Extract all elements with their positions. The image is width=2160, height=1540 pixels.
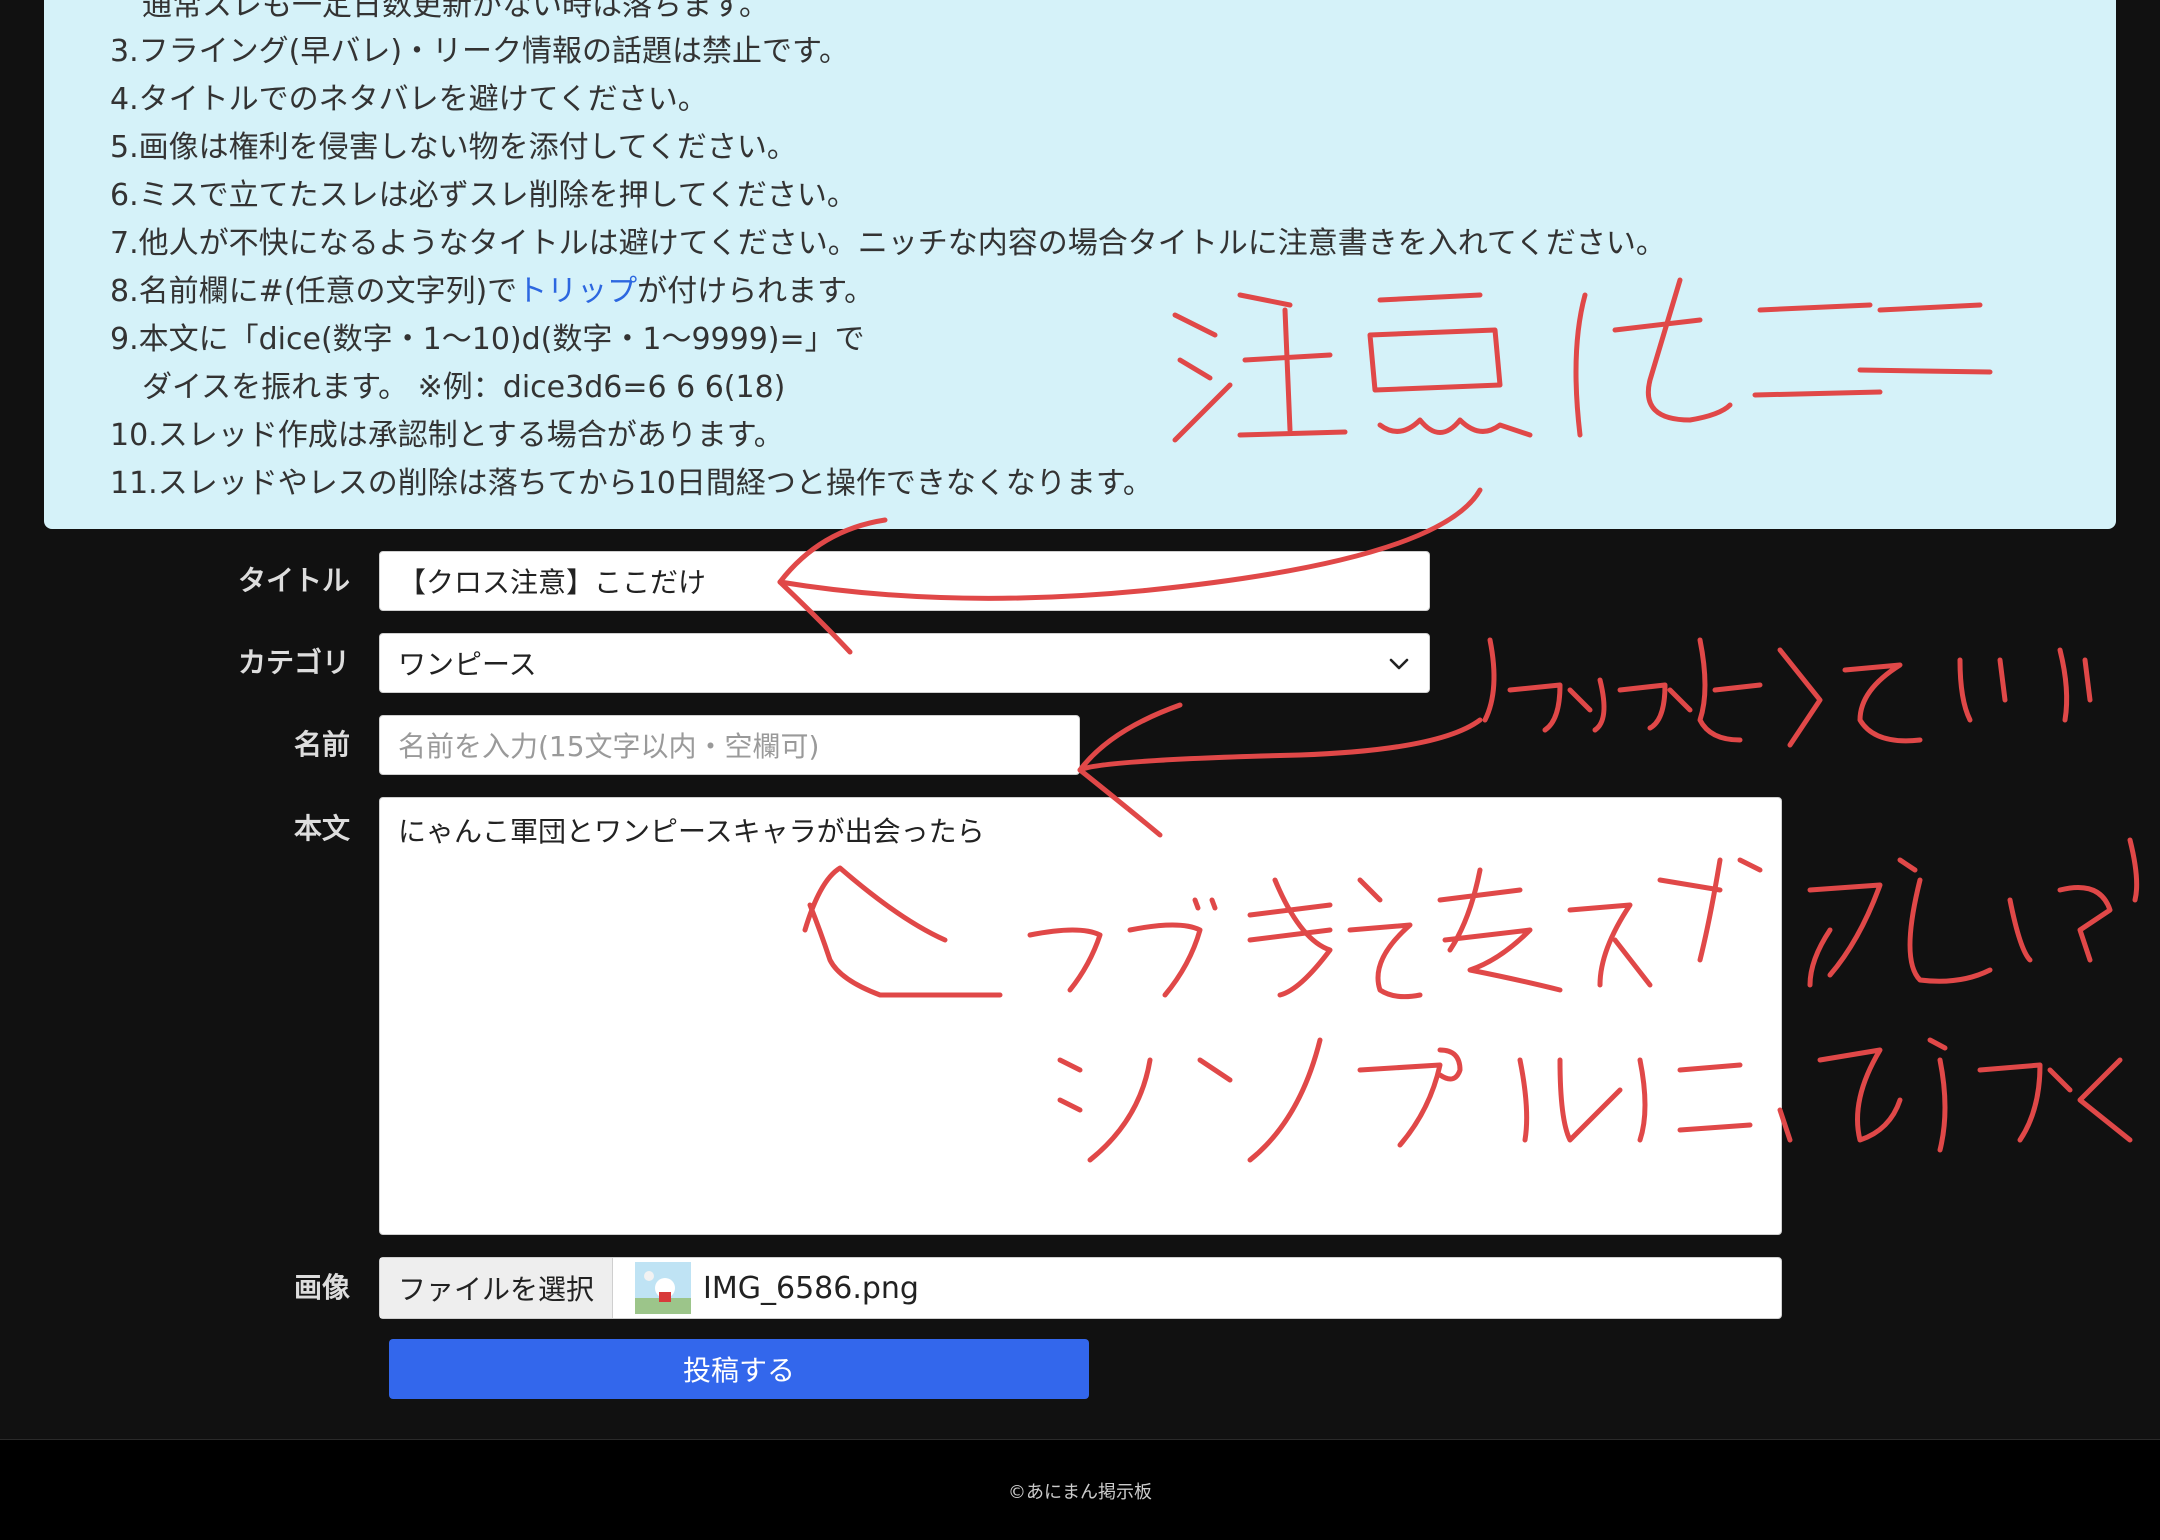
body-textarea[interactable]: にゃんこ軍団とワンピースキャラが出会ったら <box>379 797 1782 1235</box>
rule-line-5: 5.画像は権利を侵害しない物を添付してください。 <box>110 130 797 165</box>
rule-line-9a: 9.本文に「dice(数字・1〜10)d(数字・1〜9999)=」で <box>110 322 865 357</box>
trip-link[interactable]: トリップ <box>517 274 637 309</box>
rule-line-8-suffix: が付けられます。 <box>637 274 875 309</box>
image-label: 画像 <box>293 1271 350 1304</box>
rule-line-9b: ダイスを振れます。 ※例：dice3d6=6 6 6(18) <box>142 370 786 405</box>
choose-file-button[interactable]: ファイルを選択 <box>380 1258 614 1318</box>
rule-line-2-cut: 通常スレも一定日数更新がない時は落ちます。 <box>142 0 769 23</box>
category-label: カテゴリ <box>237 646 350 679</box>
rule-line-6: 6.ミスで立てたスレは必ずスレ削除を押してください。 <box>110 178 857 213</box>
submit-button[interactable]: 投稿する <box>389 1339 1089 1399</box>
name-input-placeholder: 名前を入力(15文字以内・空欄可) <box>398 730 820 763</box>
rule-line-10: 10.スレッド作成は承認制とする場合があります。 <box>110 418 784 453</box>
rule-line-3: 3.フライング(早バレ)・リーク情報の話題は禁止です。 <box>110 34 850 69</box>
footer: ©あにまん掲示板 <box>0 1439 2160 1540</box>
name-label: 名前 <box>293 728 350 761</box>
name-input[interactable]: 名前を入力(15文字以内・空欄可) <box>379 715 1080 775</box>
annotation-kakanakute-ii <box>1482 637 2093 748</box>
arrow-to-name <box>1077 717 1483 773</box>
body-label: 本文 <box>293 812 350 845</box>
image-file-input[interactable]: ファイルを選択 IMG_6586.png <box>379 1257 1782 1319</box>
body-textarea-value: にゃんこ軍団とワンピースキャラが出会ったら <box>398 815 985 848</box>
rule-line-11: 11.スレッドやレスの削除は落ちてから10日間経つと操作できなくなります。 <box>110 466 1153 501</box>
chevron-down-icon <box>1389 658 1409 670</box>
rules-notice-box: 通常スレも一定日数更新がない時は落ちます。 3.フライング(早バレ)・リーク情報… <box>44 0 2116 529</box>
rule-line-4: 4.タイトルでのネタバレを避けてください。 <box>110 82 708 117</box>
title-label: タイトル <box>237 564 350 597</box>
title-input[interactable]: 【クロス注意】ここだけ <box>379 551 1430 611</box>
title-input-value: 【クロス注意】ここだけ <box>398 566 707 599</box>
rule-line-7: 7.他人が不快になるようなタイトルは避けてください。ニッチな内容の場合タイトルに… <box>110 226 1666 261</box>
copyright-text: ©あにまん掲示板 <box>1008 1482 1152 1503</box>
rule-line-8-prefix: 8.名前欄に#(任意の文字列)で <box>110 274 518 309</box>
file-name: IMG_6586.png <box>703 1270 919 1306</box>
category-select-value: ワンピース <box>398 648 537 681</box>
rule-line-8: 8.名前欄に#(任意の文字列)でトリップが付けられます。 <box>110 272 874 312</box>
image-thumbnail-icon <box>635 1262 692 1314</box>
category-select[interactable]: ワンピース <box>379 633 1430 693</box>
